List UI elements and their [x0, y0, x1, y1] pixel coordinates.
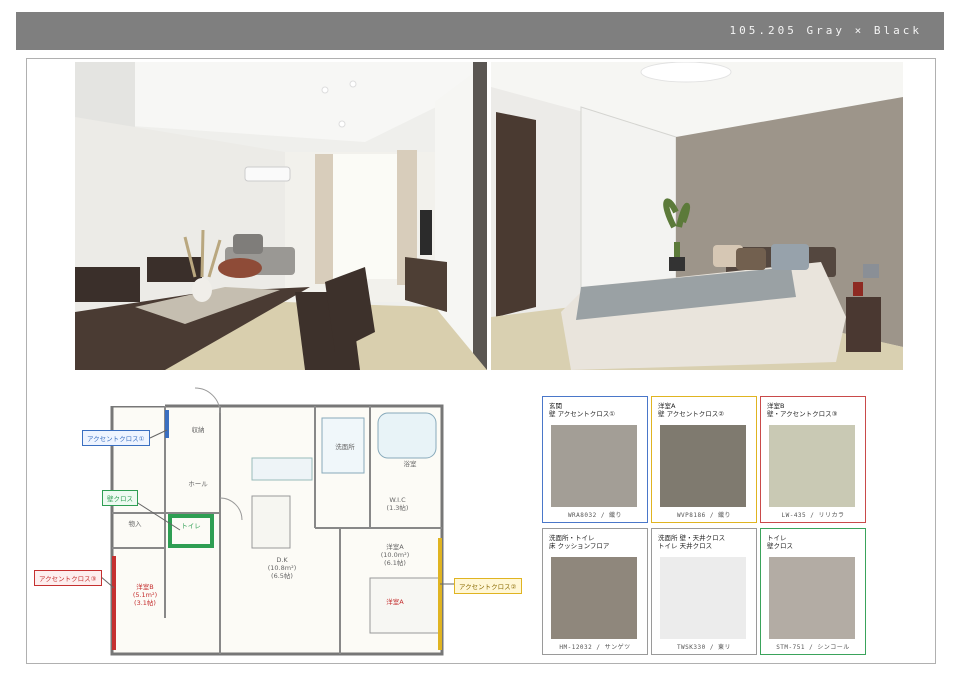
swatch-sample	[769, 557, 855, 639]
plan-code: 105.205 Gray × Black	[729, 24, 922, 37]
swatch-code: TWSK330 / 東リ	[676, 644, 732, 651]
room-label-hall: ホール	[188, 480, 208, 488]
swatch-code: WVP8186 / 織り	[676, 512, 732, 519]
room-label-closet: 収納	[191, 426, 205, 434]
swatch-label: 洋室A 壁 アクセントクロス②	[658, 402, 725, 418]
swatch-label: トイレ 壁クロス	[767, 534, 793, 550]
swatch-sample	[660, 425, 746, 507]
room-label-toilet: トイレ	[181, 522, 201, 530]
callout-wall-cloth: 壁クロス	[102, 490, 138, 506]
room-label-ldk: D.K (10.8m²) (6.5帖)	[267, 556, 297, 580]
room-label-bath: 浴室	[403, 460, 417, 468]
room-label-storage: 物入	[128, 520, 142, 528]
swatch-sample	[660, 557, 746, 639]
swatch-code: HM-12032 / サンゲツ	[559, 644, 631, 651]
swatch-card: 玄関 壁 アクセントクロス① WRA8032 / 織り	[542, 396, 648, 523]
room-label-western-b: 洋室B (5.1m²) (3.1帖)	[132, 583, 158, 607]
callout-accent-2: アクセントクロス②	[454, 578, 522, 594]
room-label-western-a-tag: 洋室A	[386, 598, 404, 606]
swatch-card: 洋室A 壁 アクセントクロス② WVP8186 / 織り	[651, 396, 757, 523]
swatch-sample	[551, 557, 637, 639]
room-label-western-a: 洋室A (10.0m²) (6.1帖)	[380, 543, 410, 567]
swatch-label: 玄関 壁 アクセントクロス①	[549, 402, 616, 418]
swatch-card: トイレ 壁クロス STM-751 / シンコール	[760, 528, 866, 655]
callout-accent-1: アクセントクロス①	[82, 430, 150, 446]
header-bar: 105.205 Gray × Black	[16, 12, 944, 50]
living-dining-photo	[75, 62, 487, 370]
room-label-wash: 洗面所	[335, 443, 355, 451]
swatch-card: 洗面所 壁・天井クロス トイレ 天井クロス TWSK330 / 東リ	[651, 528, 757, 655]
swatch-sample	[551, 425, 637, 507]
bedroom-photo	[491, 62, 903, 370]
swatch-sample	[769, 425, 855, 507]
floor-plan: アクセントクロス① 壁クロス アクセントクロス③ アクセントクロス② 収納 ホー…	[30, 378, 530, 666]
swatch-card: 洋室B 壁・アクセントクロス③ LW-435 / リリカラ	[760, 396, 866, 523]
swatch-label: 洗面所・トイレ 床 クッションフロア	[549, 534, 610, 550]
swatch-code: LW-435 / リリカラ	[781, 512, 845, 519]
swatch-label: 洗面所 壁・天井クロス トイレ 天井クロス	[658, 534, 726, 550]
swatch-code: WRA8032 / 織り	[567, 512, 623, 519]
callout-accent-3: アクセントクロス③	[34, 570, 102, 586]
room-label-wic: W.I.C (1.3帖)	[386, 496, 409, 512]
swatch-card: 洗面所・トイレ 床 クッションフロア HM-12032 / サンゲツ	[542, 528, 648, 655]
swatch-label: 洋室B 壁・アクセントクロス③	[767, 402, 838, 418]
swatch-code: STM-751 / シンコール	[776, 644, 850, 651]
